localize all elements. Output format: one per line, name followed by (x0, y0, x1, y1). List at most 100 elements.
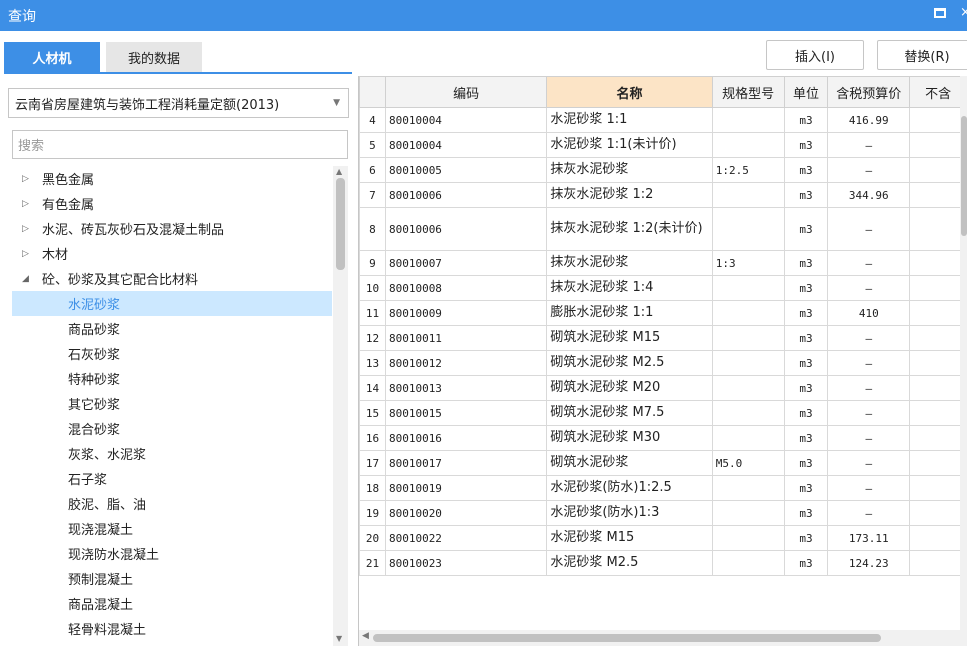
tree-scrollbar[interactable]: ▲ ▼ (333, 166, 348, 646)
cell-index[interactable]: 16 (359, 425, 386, 451)
table-row[interactable]: 20 80010022 水泥砂浆 M15 m3 173.11 (359, 525, 967, 551)
tree-node[interactable]: 其它砂浆 (12, 391, 332, 416)
cell-spec[interactable] (711, 132, 785, 158)
cell-unit[interactable]: m3 (783, 350, 829, 376)
table-vertical-scrollbar[interactable] (960, 76, 967, 630)
cell-index[interactable]: 6 (359, 157, 386, 183)
tree-node[interactable]: 水泥砂浆 (12, 291, 332, 316)
col-header-price[interactable]: 含税预算价 (827, 76, 911, 108)
cell-price[interactable]: — (827, 450, 911, 476)
table-row[interactable]: 5 80010004 水泥砂浆 1:1(未计价) m3— (359, 132, 967, 158)
cell-spec[interactable] (711, 550, 785, 576)
cell-code[interactable]: 80010012 (384, 350, 548, 376)
cell-index[interactable]: 17 (359, 450, 386, 476)
cell-price[interactable]: — (827, 275, 911, 301)
table-row[interactable]: 4 80010004 水泥砂浆 1:1 m3 416.99 (359, 107, 967, 133)
cell-index[interactable]: 12 (359, 325, 386, 351)
tab-my-data[interactable]: 我的数据 (106, 42, 202, 73)
tree-node[interactable]: 胶泥、脂、油 (12, 491, 332, 516)
cell-price-excl[interactable] (909, 350, 967, 376)
cell-price[interactable]: 344.96 (827, 182, 911, 208)
cell-price[interactable]: — (827, 350, 911, 376)
scroll-up-icon[interactable]: ▲ (336, 167, 342, 176)
tree-node[interactable]: ▷ 有色金属 (12, 191, 332, 216)
cell-code[interactable]: 80010017 (384, 450, 548, 476)
tree-node[interactable]: 商品砂浆 (12, 316, 332, 341)
cell-name[interactable]: 膨胀水泥砂浆 1:1 (546, 300, 713, 326)
cell-spec[interactable] (711, 475, 785, 501)
tree-collapsed-arrow-icon[interactable]: ▷ (22, 224, 29, 234)
cell-price[interactable]: 410 (827, 300, 911, 326)
cell-index[interactable]: 4 (359, 107, 386, 133)
table-row[interactable]: 14 80010013 砌筑水泥砂浆 M20 m3— (359, 375, 967, 401)
cell-unit[interactable]: m3 (783, 107, 829, 133)
cell-unit[interactable]: m3 (783, 132, 829, 158)
col-header-spec[interactable]: 规格型号 (711, 76, 785, 108)
cell-spec[interactable] (711, 275, 785, 301)
tree-node[interactable]: 现浇混凝土 (12, 516, 332, 541)
cell-spec[interactable] (711, 375, 785, 401)
cell-index[interactable]: 5 (359, 132, 386, 158)
cell-code[interactable]: 80010008 (384, 275, 548, 301)
tree-collapsed-arrow-icon[interactable]: ▷ (22, 249, 29, 259)
table-row[interactable]: 19 80010020 水泥砂浆(防水)1:3 m3— (359, 500, 967, 526)
cell-price[interactable]: 416.99 (827, 107, 911, 133)
cell-code[interactable]: 80010022 (384, 525, 548, 551)
cell-index[interactable]: 19 (359, 500, 386, 526)
window-maximize-icon[interactable] (934, 8, 946, 18)
tree-node[interactable]: 特种砂浆 (12, 366, 332, 391)
cell-name[interactable]: 水泥砂浆 1:1 (546, 107, 713, 133)
cell-price-excl[interactable] (909, 182, 967, 208)
col-header-price-excl[interactable]: 不含 (909, 76, 967, 108)
tree-node[interactable]: 预制混凝土 (12, 566, 332, 591)
cell-price-excl[interactable] (909, 525, 967, 551)
tree-node[interactable]: ◢ 砼、砂浆及其它配合比材料 (12, 266, 332, 291)
cell-index[interactable]: 13 (359, 350, 386, 376)
cell-spec[interactable] (711, 425, 785, 451)
scroll-left-icon[interactable]: ◀ (362, 631, 369, 641)
tree-node[interactable]: 轻骨料混凝土 (12, 616, 332, 641)
cell-price-excl[interactable] (909, 157, 967, 183)
cell-index[interactable]: 18 (359, 475, 386, 501)
cell-index[interactable]: 20 (359, 525, 386, 551)
table-row[interactable]: 10 80010008 抹灰水泥砂浆 1:4 m3— (359, 275, 967, 301)
cell-name[interactable]: 砌筑水泥砂浆 (546, 450, 713, 476)
cell-name[interactable]: 抹灰水泥砂浆 1:2(未计价) (546, 207, 713, 251)
table-row[interactable]: 16 80010016 砌筑水泥砂浆 M30 m3— (359, 425, 967, 451)
tree-node[interactable]: ▷ 木材 (12, 241, 332, 266)
cell-code[interactable]: 80010020 (384, 500, 548, 526)
cell-code[interactable]: 80010004 (384, 132, 548, 158)
cell-unit[interactable]: m3 (783, 525, 829, 551)
cell-code[interactable]: 80010011 (384, 325, 548, 351)
cell-unit[interactable]: m3 (783, 157, 829, 183)
cell-price-excl[interactable] (909, 275, 967, 301)
cell-name[interactable]: 砌筑水泥砂浆 M2.5 (546, 350, 713, 376)
cell-spec[interactable] (711, 325, 785, 351)
cell-code[interactable]: 80010016 (384, 425, 548, 451)
table-row[interactable]: 15 80010015 砌筑水泥砂浆 M7.5 m3— (359, 400, 967, 426)
tree-node[interactable]: 混合砂浆 (12, 416, 332, 441)
cell-spec[interactable] (711, 500, 785, 526)
cell-name[interactable]: 水泥砂浆(防水)1:2.5 (546, 475, 713, 501)
cell-price-excl[interactable] (909, 132, 967, 158)
cell-index[interactable]: 7 (359, 182, 386, 208)
cell-code[interactable]: 80010004 (384, 107, 548, 133)
cell-price-excl[interactable] (909, 107, 967, 133)
search-input[interactable]: 搜索 (12, 130, 348, 159)
tree-scrollbar-thumb[interactable] (336, 178, 345, 270)
cell-unit[interactable]: m3 (783, 425, 829, 451)
table-horizontal-scrollbar[interactable]: ◀ (359, 630, 967, 646)
tree-collapsed-arrow-icon[interactable]: ▷ (22, 199, 29, 209)
cell-price[interactable]: — (827, 375, 911, 401)
table-horizontal-scrollbar-thumb[interactable] (373, 634, 881, 642)
cell-code[interactable]: 80010015 (384, 400, 548, 426)
cell-name[interactable]: 水泥砂浆 M2.5 (546, 550, 713, 576)
tree-node[interactable]: 商品混凝土 (12, 591, 332, 616)
cell-price[interactable]: — (827, 400, 911, 426)
cell-price[interactable]: — (827, 325, 911, 351)
tree-node[interactable]: 石灰砂浆 (12, 341, 332, 366)
cell-code[interactable]: 80010005 (384, 157, 548, 183)
table-row[interactable]: 6 80010005 抹灰水泥砂浆 1:2.5 m3— (359, 157, 967, 183)
cell-code[interactable]: 80010013 (384, 375, 548, 401)
col-header-unit[interactable]: 单位 (783, 76, 829, 108)
